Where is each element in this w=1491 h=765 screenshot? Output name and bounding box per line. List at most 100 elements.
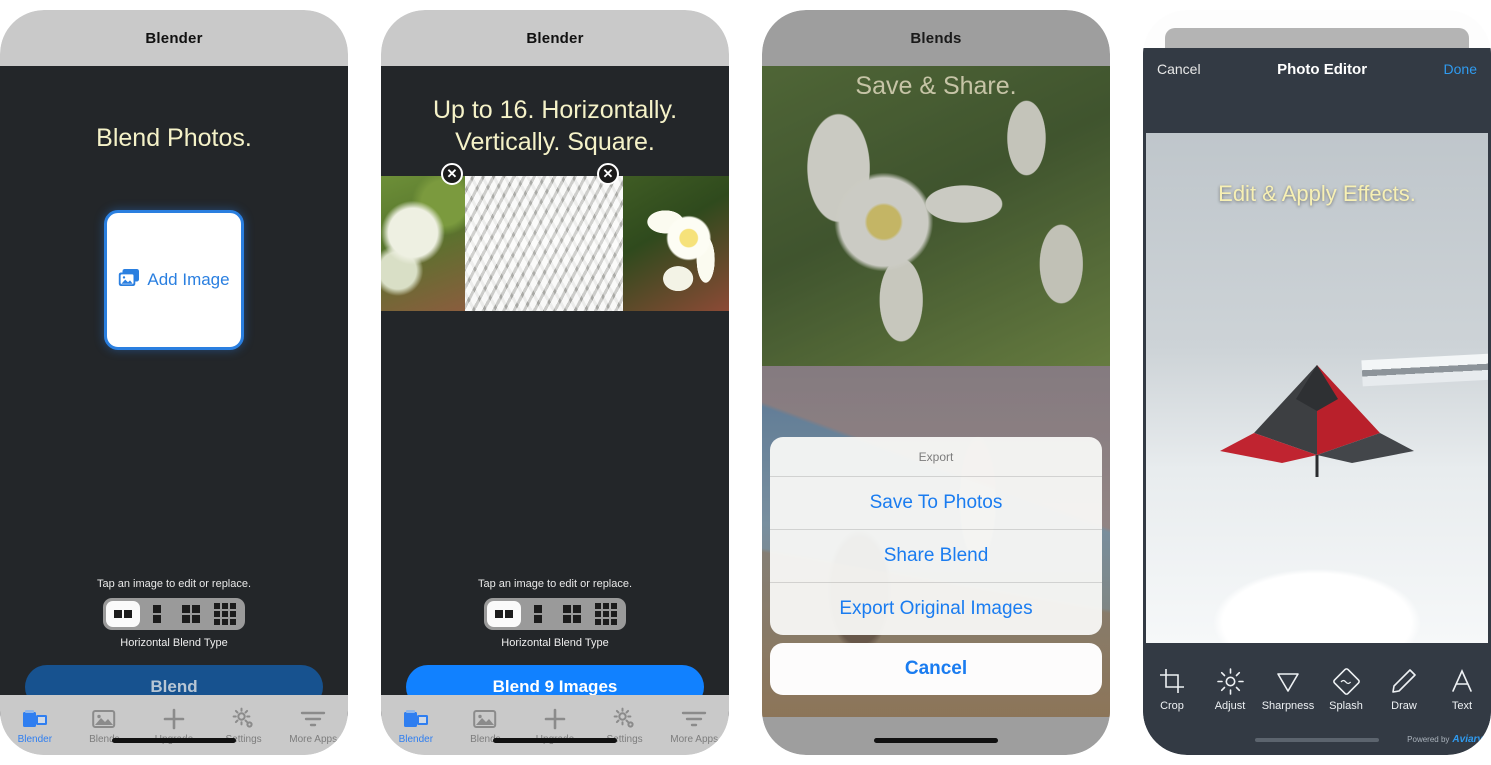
action-sheet-title: Export (770, 437, 1102, 477)
app-screen: Up to 16. Horizontally. Vertically. Squa… (381, 66, 729, 717)
plumeria-flower-photo (623, 176, 729, 311)
tab-bar: Blender Blends Settings More Apps (0, 695, 348, 755)
blender-icon (381, 706, 451, 732)
phone-mockup-photo-editor: Cancel Photo Editor Done Edit & Apply Ef… (1143, 10, 1491, 755)
home-indicator (112, 738, 236, 743)
tab-more-apps[interactable]: More Apps (659, 706, 729, 745)
tool-crop[interactable]: Crop (1143, 664, 1201, 712)
phone-body: Cancel Photo Editor Done Edit & Apply Ef… (1143, 10, 1491, 755)
tab-label: Blender (398, 733, 434, 745)
tab-more-apps[interactable]: More Apps (278, 706, 348, 745)
stone-path-photo (465, 176, 623, 311)
blend-type-control-wrap (0, 598, 348, 630)
tab-label: More Apps (670, 733, 719, 745)
blend-type-segmented-control[interactable] (103, 598, 245, 630)
phone-body: Blender Up to 16. Horizontally. Vertical… (381, 10, 729, 755)
splash-icon (1317, 664, 1375, 698)
tool-draw[interactable]: Draw (1375, 664, 1433, 712)
phone-mockup-blender-filled: Blender Up to 16. Horizontally. Vertical… (381, 10, 729, 755)
tab-label: Blender (17, 733, 53, 745)
remove-image-icon[interactable]: ✕ (597, 163, 619, 185)
filter-icon (659, 706, 729, 732)
segment-nine-grid[interactable] (589, 601, 623, 627)
tool-label: Splash (1329, 700, 1363, 712)
home-indicator (1255, 738, 1379, 742)
thumbnail-item[interactable] (381, 176, 465, 311)
segment-four-grid[interactable] (555, 601, 589, 627)
home-indicator (874, 738, 998, 743)
page-title-line2: Vertically. Square. (455, 128, 655, 156)
editor-canvas[interactable]: Edit & Apply Effects. (1146, 133, 1488, 643)
phone-body: Blender Blend Photos. Add Image Tap an i… (0, 10, 348, 755)
tool-label: Sharpness (1261, 700, 1315, 712)
tab-label: More Apps (289, 733, 338, 745)
tab-blender[interactable]: Blender (0, 706, 70, 745)
editor-caption: Edit & Apply Effects. (1218, 181, 1416, 206)
edit-hint: Tap an image to edit or replace. (477, 578, 633, 590)
edit-hint: Tap an image to edit or replace. (96, 578, 252, 590)
tab-bar: Blender Blends Settings More Apps (381, 695, 729, 755)
plus-icon (139, 706, 209, 732)
powered-by-text: Powered by (1407, 735, 1450, 744)
segment-two-vertical[interactable] (521, 601, 555, 627)
tab-blender[interactable]: Blender (381, 706, 451, 745)
photo-icon (70, 706, 140, 732)
tool-label: Draw (1391, 700, 1417, 712)
remove-image-icon[interactable]: ✕ (441, 163, 463, 185)
page-title: Up to 16. Horizontally. Vertically. Squa… (381, 94, 729, 158)
tool-sharpness[interactable]: Sharpness (1259, 664, 1317, 712)
app-screen: Blend Photos. Add Image Tap an image to … (0, 66, 348, 717)
filter-icon (278, 706, 348, 732)
nav-title: Blender (145, 29, 203, 47)
segment-four-grid[interactable] (174, 601, 208, 627)
phone-body: Blends Save & Share. Export Save To Phot… (762, 10, 1110, 755)
done-button[interactable]: Done (1444, 61, 1477, 77)
blend-type-segmented-control[interactable] (484, 598, 626, 630)
phone-mockup-blender-empty: Blender Blend Photos. Add Image Tap an i… (0, 10, 348, 755)
add-image-area: Add Image (0, 210, 348, 350)
export-original-images-button[interactable]: Export Original Images (770, 583, 1102, 635)
page-title-line1: Up to 16. Horizontally. (432, 96, 678, 124)
powered-by-badge: Powered by Aviary (1407, 734, 1483, 745)
segment-two-horizontal[interactable] (487, 601, 521, 627)
segment-two-vertical[interactable] (140, 601, 174, 627)
cancel-button[interactable]: Cancel (770, 643, 1102, 695)
segment-nine-grid[interactable] (208, 601, 242, 627)
photo-icon (451, 706, 521, 732)
nav-title: Blends (910, 29, 962, 47)
segment-two-horizontal[interactable] (106, 601, 140, 627)
aviary-logo: Aviary (1452, 734, 1483, 745)
pencil-icon (1375, 664, 1433, 698)
tool-label: Adjust (1214, 700, 1246, 712)
export-action-sheet: Export Save To Photos Share Blend Export… (770, 437, 1102, 695)
brightness-icon (1201, 664, 1259, 698)
editor-title: Photo Editor (1277, 60, 1368, 78)
share-blend-button[interactable]: Share Blend (770, 530, 1102, 583)
tool-label: Crop (1160, 700, 1184, 712)
tool-adjust[interactable]: Adjust (1201, 664, 1259, 712)
moss-flowers-photo (381, 176, 465, 311)
home-indicator (493, 738, 617, 743)
blender-icon (0, 706, 70, 732)
phone-mockup-blends-export: Blends Save & Share. Export Save To Phot… (762, 10, 1110, 755)
crop-icon (1143, 664, 1201, 698)
page-title: Blend Photos. (96, 124, 252, 152)
thumbnail-item[interactable] (623, 176, 729, 311)
tool-label: Text (1451, 700, 1473, 712)
tool-splash[interactable]: Splash (1317, 664, 1375, 712)
screenshot-gallery: Blender Blend Photos. Add Image Tap an i… (0, 0, 1491, 765)
action-sheet-group: Export Save To Photos Share Blend Export… (770, 437, 1102, 635)
cancel-button[interactable]: Cancel (1157, 61, 1201, 77)
add-image-button[interactable]: Add Image (104, 210, 244, 350)
gear-icon (590, 706, 660, 732)
save-to-photos-button[interactable]: Save To Photos (770, 477, 1102, 530)
thumbnail-item[interactable] (465, 176, 623, 311)
add-image-label: Add Image (147, 270, 230, 289)
text-icon (1433, 664, 1491, 698)
photo-editor-modal: Cancel Photo Editor Done Edit & Apply Ef… (1143, 48, 1491, 755)
tool-text[interactable]: Text (1433, 664, 1491, 712)
blend-type-label: Horizontal Blend Type (501, 637, 609, 649)
gear-icon (209, 706, 279, 732)
nav-title: Blender (526, 29, 584, 47)
red-umbrella-shape (1220, 364, 1414, 477)
